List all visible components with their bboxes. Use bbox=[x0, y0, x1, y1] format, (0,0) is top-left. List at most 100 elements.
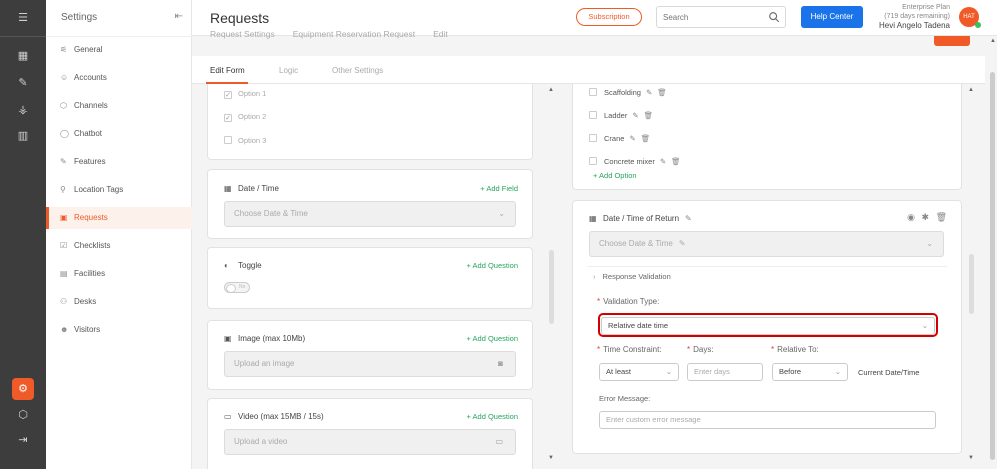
analytics-icon[interactable]: ▥ bbox=[14, 127, 32, 145]
building-icon: ▤ bbox=[60, 269, 68, 278]
option-item[interactable]: Option 3 bbox=[224, 136, 266, 145]
datetime-field-card[interactable]: ▦ Date / Time + Add Field Choose Date & T… bbox=[207, 169, 533, 239]
exit-icon[interactable]: ⇥ bbox=[14, 431, 32, 449]
breadcrumb-item[interactable]: Equipment Reservation Request bbox=[293, 29, 415, 39]
sidebar-item-facilities[interactable]: ▤ Facilities bbox=[46, 263, 192, 285]
checkbox-icon[interactable] bbox=[589, 88, 597, 96]
eye-icon[interactable]: ◉ bbox=[907, 212, 915, 222]
pencil-icon[interactable]: ✎ bbox=[646, 88, 652, 97]
equipment-option[interactable]: Concrete mixer ✎ 🗑 bbox=[589, 157, 681, 166]
sidebar-item-chatbot[interactable]: ◯ Chatbot bbox=[46, 123, 192, 145]
help-center-button[interactable]: Help Center bbox=[801, 6, 863, 28]
trash-icon[interactable]: 🗑 bbox=[671, 157, 681, 166]
collapse-icon[interactable]: ⇤ bbox=[175, 11, 183, 22]
page-scrollbar[interactable] bbox=[990, 72, 995, 460]
sidebar-item-requests[interactable]: ▣ Requests bbox=[46, 207, 192, 229]
return-datetime-card[interactable]: ▦ Date / Time of Return ✎ ◉ ✱ 🗑 Choose Dat… bbox=[572, 200, 962, 454]
trash-icon[interactable]: 🗑 bbox=[641, 134, 651, 143]
image-field-card[interactable]: ▣ Image (max 10Mb) + Add Question Upload … bbox=[207, 320, 533, 390]
desk-icon: ⚇ bbox=[60, 297, 68, 306]
sidebar-item-desks[interactable]: ⚇ Desks bbox=[46, 291, 192, 313]
highlight-box bbox=[598, 313, 938, 337]
tab-edit-form[interactable]: Edit Form bbox=[210, 66, 245, 75]
days-input[interactable]: Enter days bbox=[687, 363, 763, 381]
gear-icon[interactable]: ⚙ bbox=[12, 378, 34, 400]
return-datetime-picker[interactable]: Choose Date & Time ✎ ⌄ bbox=[589, 231, 944, 257]
menu-icon[interactable]: ☰ bbox=[14, 9, 32, 27]
option-item[interactable]: ✓ Option 1 bbox=[224, 89, 266, 99]
form-scrollbar[interactable] bbox=[969, 254, 974, 314]
option-item[interactable]: ✓ Option 2 bbox=[224, 112, 266, 122]
page-scroll-up-icon[interactable]: ▲ bbox=[990, 38, 996, 44]
calendar-icon: ▦ bbox=[589, 214, 597, 223]
sidebar-item-general[interactable]: ⚟ General bbox=[46, 39, 192, 61]
sidebar-item-features[interactable]: ✎ Features bbox=[46, 151, 192, 173]
broom-icon[interactable]: ✎ bbox=[14, 74, 32, 92]
avatar[interactable]: HAT bbox=[959, 7, 981, 28]
palette-scrollbar[interactable] bbox=[549, 250, 554, 324]
search-input[interactable] bbox=[657, 7, 767, 27]
save-button[interactable] bbox=[934, 36, 970, 46]
checkbox-icon[interactable] bbox=[589, 111, 597, 119]
error-message-input[interactable]: Enter custom error message bbox=[599, 411, 936, 429]
user-name: Hevi Angelo Tadena bbox=[878, 21, 950, 30]
trash-icon[interactable]: 🗑 bbox=[657, 88, 667, 97]
sidebar-item-checklists[interactable]: ☑ Checklists bbox=[46, 235, 192, 257]
equipment-option[interactable]: Ladder ✎ 🗑 bbox=[589, 111, 653, 120]
broom-icon: ✎ bbox=[60, 157, 67, 166]
scroll-down-icon[interactable]: ▼ bbox=[968, 455, 974, 461]
checkbox-icon[interactable] bbox=[589, 157, 597, 165]
time-constraint-select[interactable]: At least ⌄ bbox=[599, 363, 679, 381]
trash-icon[interactable]: 🗑 bbox=[936, 212, 947, 222]
add-option-link[interactable]: + Add Option bbox=[593, 171, 637, 180]
sidebar-item-accounts[interactable]: ☺ Accounts bbox=[46, 67, 192, 89]
org-chart-icon[interactable]: ⚶ bbox=[14, 101, 32, 119]
checkbox-icon[interactable] bbox=[589, 134, 597, 142]
app-rail: ☰ ▦ ✎ ⚶ ▥ ⚙ ⬡ ⇥ bbox=[0, 0, 46, 469]
dashboard-icon[interactable]: ▦ bbox=[14, 47, 32, 65]
tab-other-settings[interactable]: Other Settings bbox=[332, 66, 383, 75]
datetime-picker[interactable]: Choose Date & Time ⌄ bbox=[224, 201, 516, 227]
tab-logic[interactable]: Logic bbox=[279, 66, 298, 75]
subscription-button[interactable]: Subscription bbox=[576, 8, 642, 26]
image-upload-field[interactable]: Upload an image ◙ bbox=[224, 351, 516, 377]
scroll-up-icon[interactable]: ▲ bbox=[548, 87, 554, 93]
add-question-link[interactable]: + Add Question bbox=[467, 412, 519, 421]
cube-icon[interactable]: ⬡ bbox=[14, 406, 32, 424]
form-builder: Scaffolding ✎ 🗑 Ladder ✎ 🗑 Crane ✎ 🗑 Concrete mix… bbox=[562, 84, 985, 469]
toggle-field-card[interactable]: ◐ Toggle + Add Question No bbox=[207, 247, 533, 309]
checkbox-icon[interactable]: ✓ bbox=[224, 91, 232, 99]
checklist-icon: ☑ bbox=[60, 241, 68, 250]
sidebar-item-location-tags[interactable]: ⚲ Location Tags bbox=[46, 179, 192, 201]
pencil-icon[interactable]: ✎ bbox=[660, 157, 666, 166]
scroll-down-icon[interactable]: ▼ bbox=[548, 455, 554, 461]
asterisk-icon[interactable]: ✱ bbox=[922, 212, 930, 222]
add-question-link[interactable]: + Add Question bbox=[467, 334, 519, 343]
chevron-right-icon: › bbox=[593, 272, 596, 281]
checkbox-icon[interactable]: ✓ bbox=[224, 114, 232, 122]
sidebar-item-label: Requests bbox=[74, 213, 108, 222]
equipment-question-card[interactable]: Scaffolding ✎ 🗑 Ladder ✎ 🗑 Crane ✎ 🗑 Concrete mix… bbox=[572, 84, 962, 190]
checkbox-icon[interactable] bbox=[224, 136, 232, 144]
pencil-icon[interactable]: ✎ bbox=[632, 111, 638, 120]
sidebar-item-label: Visitors bbox=[74, 325, 101, 334]
trash-icon[interactable]: 🗑 bbox=[644, 111, 654, 120]
video-icon: ▭ bbox=[224, 412, 232, 421]
response-validation-toggle[interactable]: › Response Validation bbox=[593, 272, 671, 281]
scroll-up-icon[interactable]: ▲ bbox=[968, 87, 974, 93]
video-upload-field[interactable]: Upload a video ▭ bbox=[224, 429, 516, 455]
equipment-option[interactable]: Crane ✎ 🗑 bbox=[589, 134, 650, 143]
toggle-switch[interactable]: No bbox=[224, 282, 250, 293]
days-remaining: (719 days remaining) bbox=[884, 13, 950, 20]
search-icon[interactable] bbox=[768, 10, 780, 24]
add-field-link[interactable]: + Add Field bbox=[480, 184, 518, 193]
relative-to-select[interactable]: Before ⌄ bbox=[772, 363, 848, 381]
pencil-icon[interactable]: ✎ bbox=[629, 134, 635, 143]
sidebar-item-channels[interactable]: ⬡ Channels bbox=[46, 95, 192, 117]
sidebar-item-visitors[interactable]: ☻ Visitors bbox=[46, 319, 192, 341]
pencil-icon[interactable]: ✎ bbox=[685, 214, 692, 223]
add-question-link[interactable]: + Add Question bbox=[467, 261, 519, 270]
video-field-card[interactable]: ▭ Video (max 15MB / 15s) + Add Question U… bbox=[207, 398, 533, 469]
equipment-option[interactable]: Scaffolding ✎ 🗑 bbox=[589, 88, 667, 97]
breadcrumb-item[interactable]: Request Settings bbox=[210, 29, 275, 39]
